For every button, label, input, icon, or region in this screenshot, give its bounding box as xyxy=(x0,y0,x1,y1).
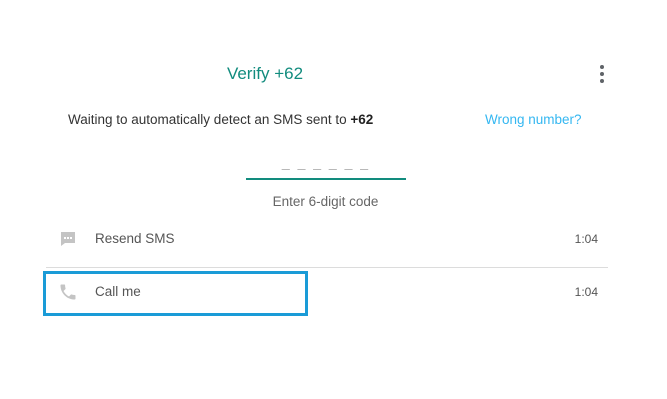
menu-dot xyxy=(600,79,604,83)
resend-sms-timer: 1:04 xyxy=(574,232,598,246)
message-icon xyxy=(58,229,78,249)
call-me-timer: 1:04 xyxy=(574,285,598,299)
resend-sms-button[interactable]: Resend SMS 1:04 xyxy=(46,219,608,259)
page-title: Verify +62 xyxy=(226,64,304,83)
verify-screen: Verify +62 Waiting to automatically dete… xyxy=(0,0,667,399)
more-options-icon[interactable] xyxy=(592,62,612,86)
phone-icon xyxy=(58,282,78,302)
wrong-number-link[interactable]: Wrong number? xyxy=(485,111,582,129)
code-hint: Enter 6-digit code xyxy=(272,194,379,209)
menu-dot xyxy=(600,72,604,76)
call-me-label: Call me xyxy=(95,284,141,299)
phone-number: +62 xyxy=(350,112,374,127)
call-me-button[interactable]: Call me 1:04 xyxy=(46,272,608,312)
waiting-text: Waiting to automatically detect an SMS s… xyxy=(68,112,351,127)
menu-dot xyxy=(600,65,604,69)
resend-sms-label: Resend SMS xyxy=(95,231,175,246)
code-input[interactable]: _ _ _ _ _ _ xyxy=(246,146,406,180)
divider xyxy=(46,267,608,268)
waiting-message: Waiting to automatically detect an SMS s… xyxy=(68,111,384,129)
